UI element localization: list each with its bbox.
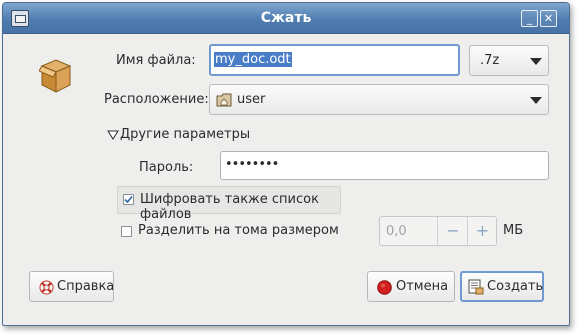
create-archive-icon xyxy=(468,279,484,299)
create-button-label: Создать xyxy=(487,279,544,294)
location-select-value: user xyxy=(237,92,266,107)
filename-label: Имя файла: xyxy=(116,53,196,68)
chevron-down-icon xyxy=(530,97,542,104)
cancel-button-label: Отмена xyxy=(396,279,449,294)
password-input[interactable]: •••••••• xyxy=(220,151,549,180)
decrement-button: − xyxy=(437,217,468,245)
split-volumes-checkbox[interactable] xyxy=(121,226,132,237)
encrypt-list-checkbox-row[interactable]: Шифровать также список файлов xyxy=(117,186,341,222)
volume-size-spinner: 0,0 − + xyxy=(379,216,497,246)
help-button[interactable]: Справка xyxy=(29,271,114,302)
other-options-label: Другие параметры xyxy=(120,127,251,142)
cancel-stop-icon xyxy=(377,280,392,299)
increment-button: + xyxy=(467,217,497,245)
triangle-down-icon xyxy=(107,129,119,144)
location-select[interactable]: user xyxy=(209,84,549,115)
minimize-button[interactable]: _ xyxy=(521,10,538,27)
title-bar[interactable]: Сжать _ ✕ xyxy=(3,3,569,34)
compress-dialog: Сжать _ ✕ Имя файла: my_doc.odt .7z Расп… xyxy=(2,2,570,326)
other-options-expander[interactable]: Другие параметры xyxy=(107,127,267,145)
password-value: •••••••• xyxy=(225,157,279,172)
window-title: Сжать xyxy=(260,10,312,26)
password-label: Пароль: xyxy=(139,160,194,175)
split-volumes-label: Разделить на тома размером xyxy=(138,223,339,238)
help-button-label: Справка xyxy=(57,279,115,294)
volume-size-value: 0,0 xyxy=(386,224,407,239)
format-select-value: .7z xyxy=(480,53,500,68)
encrypt-list-label: Шифровать также список файлов xyxy=(140,192,319,222)
filename-value: my_doc.odt xyxy=(214,52,292,67)
help-lifebuoy-icon xyxy=(39,280,54,299)
chevron-down-icon xyxy=(530,58,542,65)
archive-box-icon xyxy=(38,56,73,94)
format-select[interactable]: .7z xyxy=(469,45,549,76)
location-label: Расположение: xyxy=(104,92,209,107)
create-button[interactable]: Создать xyxy=(460,271,544,302)
cancel-button[interactable]: Отмена xyxy=(367,271,455,302)
volume-size-unit: МБ xyxy=(503,223,524,238)
home-folder-icon xyxy=(216,92,232,107)
filename-input[interactable]: my_doc.odt xyxy=(209,44,460,76)
encrypt-list-checkbox[interactable] xyxy=(123,194,134,205)
close-button[interactable]: ✕ xyxy=(540,10,557,27)
